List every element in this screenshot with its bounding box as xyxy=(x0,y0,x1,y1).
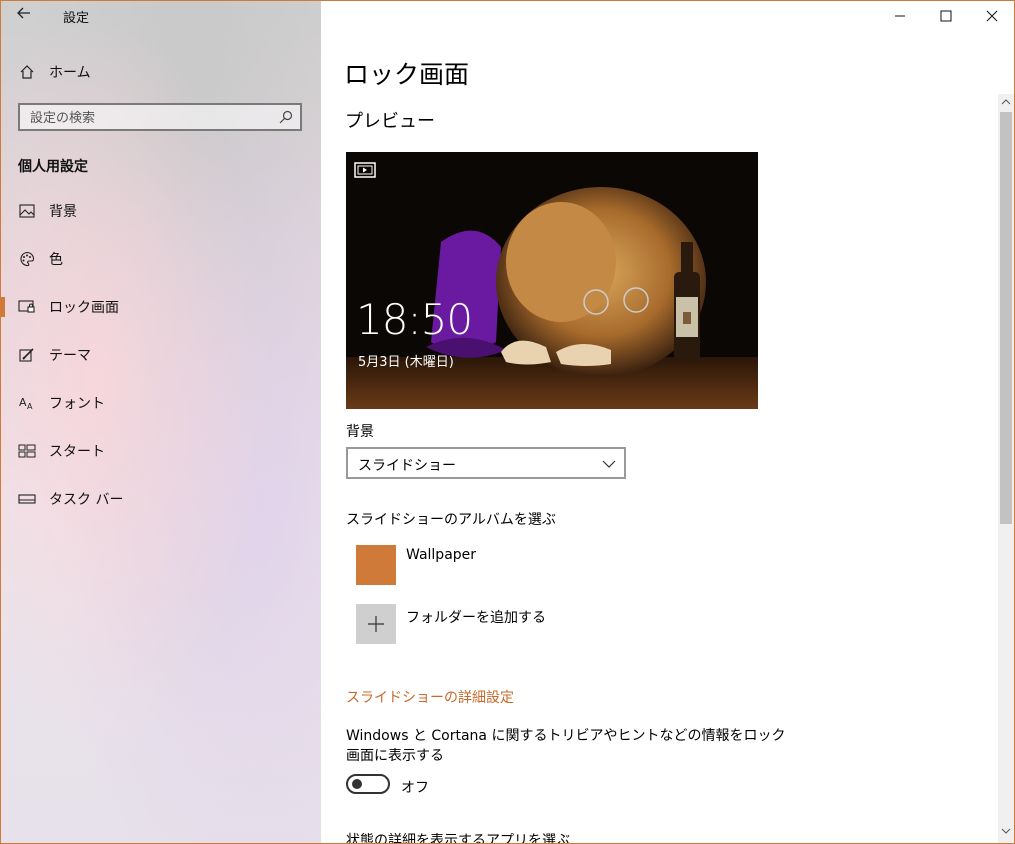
search-icon[interactable] xyxy=(278,109,294,125)
search-input[interactable] xyxy=(20,105,282,131)
sidebar-item-lock-screen[interactable]: ロック画面 xyxy=(1,287,321,327)
sidebar: 設定 ホーム 個人用設定 背景 色 xyxy=(1,1,321,843)
lock-screen-preview: 18:50 5月3日 (木曜日) xyxy=(346,152,758,409)
sidebar-item-background[interactable]: 背景 xyxy=(1,191,321,231)
sidebar-item-label: ロック画面 xyxy=(49,300,119,316)
sidebar-item-label: スタート xyxy=(49,444,105,460)
close-icon xyxy=(986,10,998,22)
trivia-toggle[interactable] xyxy=(346,774,390,794)
trivia-setting-label: Windows と Cortana に関するトリビアやヒントなどの情報をロック画… xyxy=(346,728,786,764)
settings-window: 設定 ホーム 個人用設定 背景 色 xyxy=(0,0,1015,844)
app-title: 設定 xyxy=(63,11,90,26)
chevron-down-icon xyxy=(602,460,616,468)
svg-text:A: A xyxy=(27,402,33,411)
album-folder-tile[interactable] xyxy=(356,545,396,585)
back-arrow-icon[interactable] xyxy=(15,4,39,26)
background-label: 背景 xyxy=(346,424,374,440)
sidebar-item-taskbar[interactable]: タスク バー xyxy=(1,479,321,519)
close-button[interactable] xyxy=(969,1,1014,31)
font-icon: AA xyxy=(17,393,37,413)
home-icon xyxy=(17,62,37,82)
add-folder-label[interactable]: フォルダーを追加する xyxy=(406,607,546,627)
status-apps-label: 状態の詳細を表示するアプリを選ぶ xyxy=(346,833,570,844)
plus-icon xyxy=(368,616,384,632)
preview-photo xyxy=(346,152,758,409)
sidebar-item-colors[interactable]: 色 xyxy=(1,239,321,279)
album-label: スライドショーのアルバムを選ぶ xyxy=(346,512,556,528)
search-box[interactable] xyxy=(18,103,302,131)
advanced-slideshow-link[interactable]: スライドショーの詳細設定 xyxy=(346,687,514,707)
palette-icon xyxy=(17,249,37,269)
minimize-button[interactable] xyxy=(877,1,923,31)
start-grid-icon xyxy=(17,441,37,461)
add-folder-button[interactable] xyxy=(356,604,396,644)
background-dropdown[interactable]: スライドショー xyxy=(346,447,626,479)
toggle-knob xyxy=(352,779,362,789)
maximize-button[interactable] xyxy=(923,1,969,31)
page-title: ロック画面 xyxy=(344,60,470,89)
album-name[interactable]: Wallpaper xyxy=(406,547,476,563)
picture-icon xyxy=(17,201,37,221)
scroll-down-arrow-icon[interactable] xyxy=(998,823,1014,839)
sidebar-item-home[interactable]: ホーム xyxy=(1,52,321,92)
preview-heading: プレビュー xyxy=(345,111,435,132)
background-dropdown-value: スライドショー xyxy=(358,458,456,474)
minimize-icon xyxy=(895,15,905,17)
sidebar-item-label: 背景 xyxy=(49,204,77,220)
taskbar-icon xyxy=(17,489,37,509)
scroll-up-arrow-icon[interactable] xyxy=(998,94,1014,110)
sidebar-item-label: タスク バー xyxy=(49,492,124,508)
sidebar-item-themes[interactable]: テーマ xyxy=(1,335,321,375)
sidebar-item-label: 色 xyxy=(49,252,63,268)
sidebar-section-title: 個人用設定 xyxy=(18,159,88,175)
sidebar-item-label: テーマ xyxy=(49,348,91,364)
scrollbar-thumb[interactable] xyxy=(1000,112,1012,524)
sidebar-item-start[interactable]: スタート xyxy=(1,431,321,471)
sidebar-home-label: ホーム xyxy=(49,65,91,81)
preview-clock: 18:50 xyxy=(356,295,473,344)
vertical-scrollbar[interactable] xyxy=(998,94,1014,843)
maximize-icon xyxy=(940,10,952,22)
slideshow-icon xyxy=(354,162,376,178)
preview-date: 5月3日 (木曜日) xyxy=(358,355,454,370)
sidebar-item-fonts[interactable]: AA フォント xyxy=(1,383,321,423)
theme-brush-icon xyxy=(17,345,37,365)
trivia-toggle-state: オフ xyxy=(401,780,429,796)
svg-text:A: A xyxy=(19,396,27,409)
lock-screen-icon xyxy=(17,297,37,317)
sidebar-item-label: フォント xyxy=(49,396,105,412)
